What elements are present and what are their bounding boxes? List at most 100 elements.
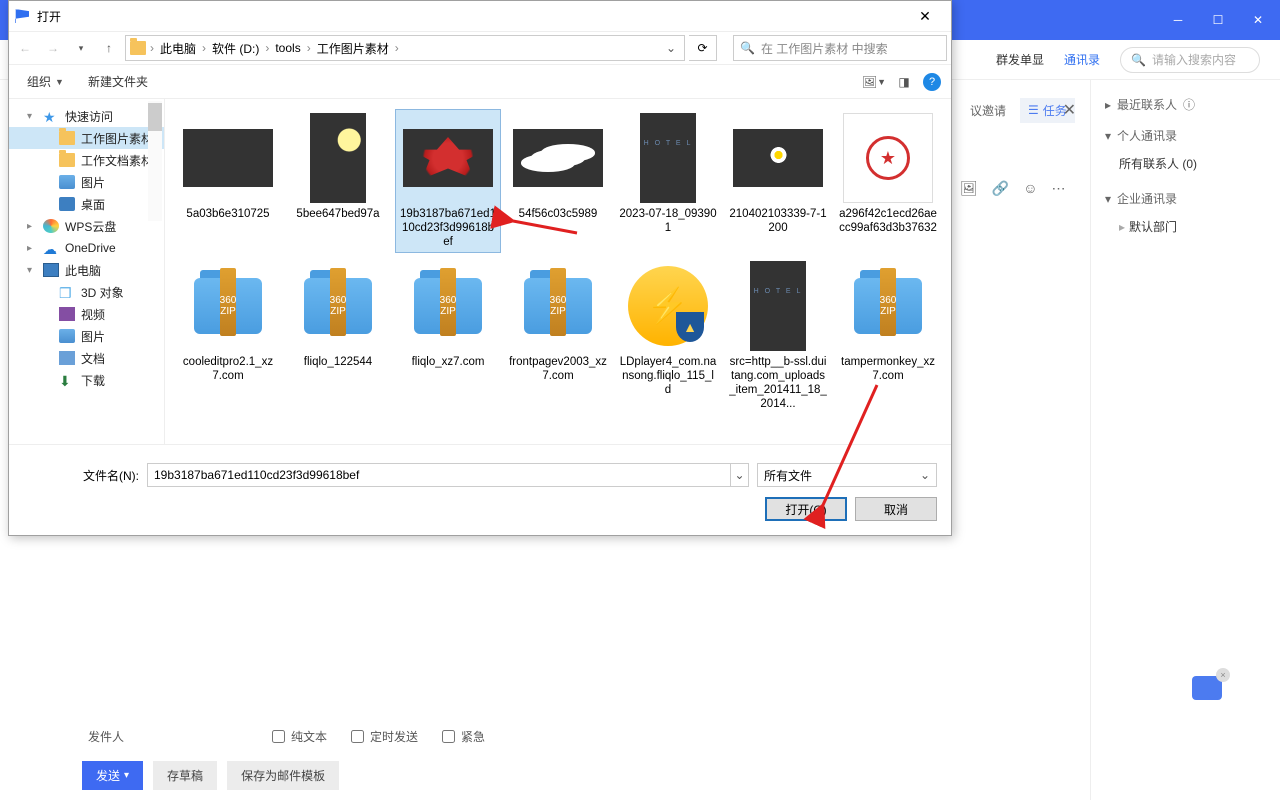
filename-input[interactable] xyxy=(148,464,730,486)
new-folder-button[interactable]: 新建文件夹 xyxy=(80,69,156,94)
plain-text-checkbox[interactable]: 纯文本 xyxy=(272,728,327,745)
refresh-button[interactable]: ⟳ xyxy=(689,35,717,61)
item-default-dept[interactable]: ▸默认部门 xyxy=(1105,215,1266,239)
more-icon[interactable]: ⋯ xyxy=(1052,180,1066,197)
chat-bubble[interactable]: × xyxy=(1192,676,1222,700)
chevron-down-icon[interactable]: ⌄ xyxy=(730,464,748,486)
close-button[interactable]: ✕ xyxy=(1244,6,1272,34)
chevron-down-icon[interactable]: ⌄ xyxy=(662,41,680,55)
app-flag-icon xyxy=(15,9,29,23)
file-item[interactable]: 54f56c03c5989 xyxy=(505,109,611,253)
nav-recent-dropdown[interactable]: ▾ xyxy=(69,36,93,60)
file-item[interactable]: 360ZIPcooleditpro2.1_xz7.com xyxy=(175,257,281,415)
timed-send-checkbox[interactable]: 定时发送 xyxy=(351,728,418,745)
picture-icon[interactable]: 🖼 xyxy=(960,180,978,197)
nav-up-button[interactable]: ↑ xyxy=(97,36,121,60)
tree-node[interactable]: 桌面 xyxy=(9,193,164,215)
filter-label: 所有文件 xyxy=(764,467,812,484)
view-mode-button[interactable]: 🖼 ▼ xyxy=(863,71,885,93)
breadcrumb[interactable]: › 此电脑› 软件 (D:)› tools› 工作图片素材› ⌄ xyxy=(125,35,685,61)
dialog-search[interactable]: 🔍 在 工作图片素材 中搜索 xyxy=(733,35,947,61)
tree-node[interactable]: 工作图片素材 xyxy=(9,127,164,149)
editor-icon-row: 🖼 🔗 ☺ ⋯ xyxy=(960,180,1066,197)
maximize-button[interactable]: ☐ xyxy=(1204,6,1232,34)
preview-pane-button[interactable]: ◨ xyxy=(893,71,915,93)
crumb-3[interactable]: 工作图片素材 xyxy=(313,38,393,59)
filename-combo[interactable]: ⌄ xyxy=(147,463,749,487)
file-item[interactable]: 19b3187ba671ed110cd23f3d99618bef xyxy=(395,109,501,253)
tree-node[interactable]: ❒3D 对象 xyxy=(9,281,164,303)
folder-tree[interactable]: ▾★快速访问工作图片素材工作文档素材图片桌面▸WPS云盘▸☁OneDrive▾此… xyxy=(9,99,165,444)
file-item[interactable]: 210402103339-7-1200 xyxy=(725,109,831,253)
help-button[interactable]: ? xyxy=(923,73,941,91)
tree-node[interactable]: 视频 xyxy=(9,303,164,325)
dialog-nav: ← → ▾ ↑ › 此电脑› 软件 (D:)› tools› 工作图片素材› ⌄… xyxy=(9,31,951,65)
emoji-icon[interactable]: ☺ xyxy=(1023,180,1037,197)
tree-node[interactable]: 工作文档素材 xyxy=(9,149,164,171)
file-item[interactable]: ⚡▲LDplayer4_com.nansong.fliqlo_115_ld xyxy=(615,257,721,415)
dialog-close-button[interactable]: ✕ xyxy=(905,2,945,30)
dialog-titlebar: 打开 ✕ xyxy=(9,1,951,31)
link-icon[interactable]: 🔗 xyxy=(992,180,1009,197)
crumb-0[interactable]: 此电脑 xyxy=(156,38,200,59)
file-item[interactable]: 360ZIPtampermonkey_xz7.com xyxy=(835,257,941,415)
search-icon: 🔍 xyxy=(740,41,755,55)
nav-back-button[interactable]: ← xyxy=(13,36,37,60)
search-placeholder: 在 工作图片素材 中搜索 xyxy=(761,40,888,57)
tree-node[interactable]: ▾★快速访问 xyxy=(9,105,164,127)
tree-node[interactable]: ▸WPS云盘 xyxy=(9,215,164,237)
mid-tabs: 议邀请 ☰任务 ✕ xyxy=(960,80,1090,140)
compose-footer: 发件人 纯文本 定时发送 紧急 发送▾ 存草稿 保存为邮件模板 xyxy=(82,728,1078,790)
file-item[interactable]: 5a03b6e310725 xyxy=(175,109,281,253)
file-item[interactable]: src=http__b-ssl.duitang.com_uploads_item… xyxy=(725,257,831,415)
sender-label: 发件人 xyxy=(88,728,124,745)
open-button[interactable]: 打开(O) xyxy=(765,497,847,521)
section-personal[interactable]: ▾个人通讯录 xyxy=(1105,127,1266,144)
save-draft-button[interactable]: 存草稿 xyxy=(153,761,217,790)
search-icon: 🔍 xyxy=(1131,53,1146,67)
link-group-send[interactable]: 群发单显 xyxy=(996,51,1044,68)
file-item[interactable]: ★a296f42c1ecd26aecc99af63d3b37632 xyxy=(835,109,941,253)
urgent-checkbox[interactable]: 紧急 xyxy=(442,728,485,745)
chevron-right-icon: ▸ xyxy=(1105,98,1111,112)
tree-node[interactable]: ▸☁OneDrive xyxy=(9,237,164,259)
scrollbar[interactable] xyxy=(148,101,162,221)
filename-label: 文件名(N): xyxy=(23,467,139,484)
chevron-down-icon: ▾ xyxy=(1105,192,1111,206)
tree-node[interactable]: 文档 xyxy=(9,347,164,369)
file-item[interactable]: 360ZIPfrontpagev2003_xz7.com xyxy=(505,257,611,415)
right-sidebar: ▸最近联系人 ⓘ ▾个人通讯录 所有联系人 (0) ▾企业通讯录 ▸默认部门 xyxy=(1090,80,1280,800)
file-item[interactable]: 2023-07-18_093901 xyxy=(615,109,721,253)
crumb-2[interactable]: tools xyxy=(271,39,304,57)
app-search[interactable]: 🔍 请输入搜索内容 xyxy=(1120,47,1260,73)
chevron-down-icon: ⌄ xyxy=(920,468,930,482)
organize-menu[interactable]: 组织▼ xyxy=(19,69,72,94)
minimize-button[interactable]: ─ xyxy=(1164,6,1192,34)
crumb-1[interactable]: 软件 (D:) xyxy=(208,38,263,59)
tree-node[interactable]: ▾此电脑 xyxy=(9,259,164,281)
panel-close-icon[interactable]: ✕ xyxy=(1063,100,1076,120)
tree-node[interactable]: 图片 xyxy=(9,171,164,193)
nav-forward-button[interactable]: → xyxy=(41,36,65,60)
file-list[interactable]: 5a03b6e3107255bee647bed97a19b3187ba671ed… xyxy=(165,99,951,444)
close-icon[interactable]: × xyxy=(1216,668,1230,682)
section-recent[interactable]: ▸最近联系人 ⓘ xyxy=(1105,96,1266,113)
save-template-button[interactable]: 保存为邮件模板 xyxy=(227,761,339,790)
search-placeholder: 请输入搜索内容 xyxy=(1152,51,1236,68)
file-open-dialog: 打开 ✕ ← → ▾ ↑ › 此电脑› 软件 (D:)› tools› 工作图片… xyxy=(8,0,952,536)
file-item[interactable]: 360ZIPfliqlo_xz7.com xyxy=(395,257,501,415)
item-all-contacts[interactable]: 所有联系人 (0) xyxy=(1105,152,1266,176)
tab-invite[interactable]: 议邀请 xyxy=(970,102,1006,119)
chevron-down-icon: ▾ xyxy=(124,770,129,781)
tree-node[interactable]: ⬇下载 xyxy=(9,369,164,391)
file-type-filter[interactable]: 所有文件 ⌄ xyxy=(757,463,937,487)
link-contacts[interactable]: 通讯录 xyxy=(1064,51,1100,68)
folder-icon xyxy=(130,41,146,55)
cancel-button[interactable]: 取消 xyxy=(855,497,937,521)
send-button[interactable]: 发送▾ xyxy=(82,761,143,790)
info-icon[interactable]: ⓘ xyxy=(1183,96,1195,113)
section-corp[interactable]: ▾企业通讯录 xyxy=(1105,190,1266,207)
tree-node[interactable]: 图片 xyxy=(9,325,164,347)
file-item[interactable]: 5bee647bed97a xyxy=(285,109,391,253)
file-item[interactable]: 360ZIPfliqlo_122544 xyxy=(285,257,391,415)
